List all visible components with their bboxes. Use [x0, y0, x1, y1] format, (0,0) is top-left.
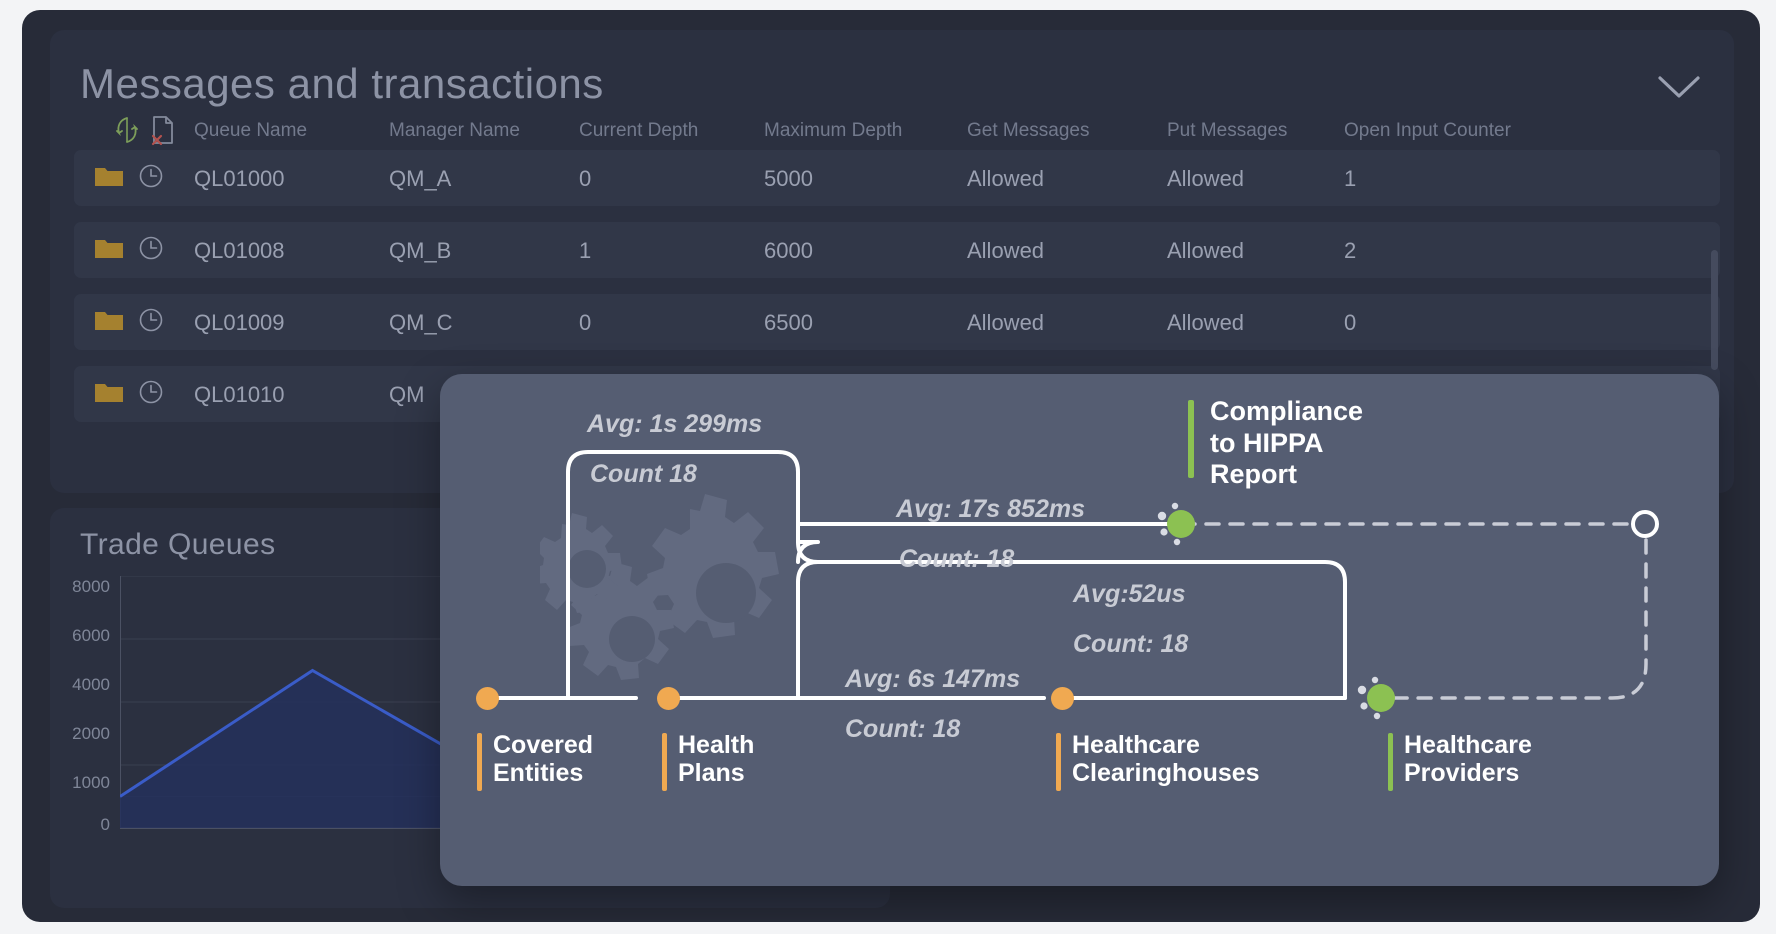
column-header-get-messages[interactable]: Get Messages	[967, 120, 1090, 142]
node-marker-healthcare-clearinghouses[interactable]	[1051, 687, 1074, 710]
column-header-put-messages[interactable]: Put Messages	[1167, 120, 1287, 142]
table-header-icons	[114, 114, 176, 146]
cell-maximum-depth: 5000	[764, 166, 813, 191]
table-row[interactable]: QL01009 QM_C 0 6500 Allowed Allowed 0	[74, 294, 1720, 350]
node-marker-health-plans[interactable]	[657, 687, 680, 710]
y-tick-label: 8000	[72, 577, 110, 596]
column-header-manager-name[interactable]: Manager Name	[389, 120, 520, 142]
cell-queue-name: QL01010	[194, 382, 285, 407]
screen-root: Messages and transactions Queue Name Man…	[0, 0, 1776, 934]
node-label-health-plans[interactable]: Health Plans	[678, 731, 754, 787]
cell-current-depth: 0	[579, 310, 592, 335]
clock-icon	[138, 379, 164, 405]
y-tick-label: 2000	[72, 724, 110, 743]
table-header-row: Queue Name Manager Name Current Depth Ma…	[74, 110, 1720, 150]
cell-maximum-depth: 6500	[764, 310, 813, 335]
cell-open-input-counter: 1	[1344, 166, 1357, 191]
cell-queue-name: QL01000	[194, 166, 285, 191]
y-tick-label: 0	[100, 815, 110, 834]
app-shell: Messages and transactions Queue Name Man…	[22, 10, 1760, 922]
trade-queues-title: Trade Queues	[80, 528, 276, 561]
y-tick-label: 1000	[72, 773, 110, 792]
column-header-maximum-depth[interactable]: Maximum Depth	[764, 120, 902, 142]
y-tick-label: 6000	[72, 626, 110, 645]
cell-queue-name: QL01009	[194, 310, 285, 335]
cell-current-depth: 0	[579, 166, 592, 191]
report-terminal-node	[1631, 510, 1659, 538]
cell-get-messages: Allowed	[967, 310, 1045, 335]
document-delete-icon[interactable]	[150, 114, 176, 146]
page-title: Messages and transactions	[80, 60, 604, 107]
green-node-providers	[1357, 676, 1395, 720]
row-icons	[94, 307, 164, 333]
cell-put-messages: Allowed	[1167, 166, 1245, 191]
folder-icon	[94, 308, 124, 332]
accent-bar-covered-entities	[477, 733, 482, 791]
metric-avg-1: Avg: 1s 299ms	[587, 410, 763, 438]
accent-bar-healthcare-clearinghouses	[1056, 733, 1061, 791]
column-header-current-depth[interactable]: Current Depth	[579, 120, 698, 142]
cell-get-messages: Allowed	[967, 166, 1045, 191]
clock-icon	[138, 235, 164, 261]
node-label-healthcare-providers[interactable]: Healthcare Providers	[1404, 731, 1532, 787]
cell-maximum-depth: 6000	[764, 238, 813, 263]
metric-avg-3: Avg:52us	[1073, 580, 1186, 608]
clock-icon	[138, 163, 164, 189]
cell-manager-name: QM_B	[389, 238, 452, 263]
cell-manager-name: QM	[389, 382, 425, 407]
accent-bar-healthcare-providers	[1388, 733, 1393, 791]
metric-count-3: Count: 18	[1073, 630, 1189, 658]
folder-icon	[94, 164, 124, 188]
table-row[interactable]: QL01008 QM_B 1 6000 Allowed Allowed 2	[74, 222, 1720, 278]
folder-icon	[94, 380, 124, 404]
node-marker-covered-entities[interactable]	[476, 687, 499, 710]
cell-open-input-counter: 2	[1344, 238, 1357, 263]
cell-put-messages: Allowed	[1167, 310, 1245, 335]
accent-bar-health-plans	[662, 733, 667, 791]
metric-count-1: Count 18	[590, 460, 697, 488]
hipaa-compliance-overlay: Avg: 1s 299ms Count 18 Avg: 17s 852ms Co…	[440, 374, 1719, 886]
y-tick-label: 4000	[72, 675, 110, 694]
cell-manager-name: QM_C	[389, 310, 453, 335]
node-label-covered-entities[interactable]: Covered Entities	[493, 731, 593, 787]
overlay-report-title: Compliance to HIPPA Report	[1210, 396, 1364, 490]
table-scrollbar[interactable]	[1711, 250, 1718, 370]
accent-bar-report-title	[1188, 400, 1194, 478]
chevron-down-icon[interactable]	[1656, 72, 1702, 102]
metric-count-2: Count: 18	[899, 545, 1015, 573]
metric-avg-2: Avg: 17s 852ms	[896, 495, 1086, 523]
table-row[interactable]: QL01000 QM_A 0 5000 Allowed Allowed 1	[74, 150, 1720, 206]
cell-get-messages: Allowed	[967, 238, 1045, 263]
row-icons	[94, 163, 164, 189]
cell-queue-name: QL01008	[194, 238, 285, 263]
metric-count-4: Count: 18	[845, 715, 961, 743]
recycle-icon[interactable]	[114, 115, 140, 145]
row-icons	[94, 235, 164, 261]
column-header-open-input-counter[interactable]: Open Input Counter	[1344, 120, 1511, 142]
cell-put-messages: Allowed	[1167, 238, 1245, 263]
column-header-queue-name[interactable]: Queue Name	[194, 120, 307, 142]
cell-current-depth: 1	[579, 238, 592, 263]
folder-icon	[94, 236, 124, 260]
cell-manager-name: QM_A	[389, 166, 452, 191]
row-icons	[94, 379, 164, 405]
node-label-healthcare-clearinghouses[interactable]: Healthcare Clearinghouses	[1072, 731, 1260, 787]
cell-open-input-counter: 0	[1344, 310, 1357, 335]
metric-avg-4: Avg: 6s 147ms	[845, 665, 1021, 693]
clock-icon	[138, 307, 164, 333]
